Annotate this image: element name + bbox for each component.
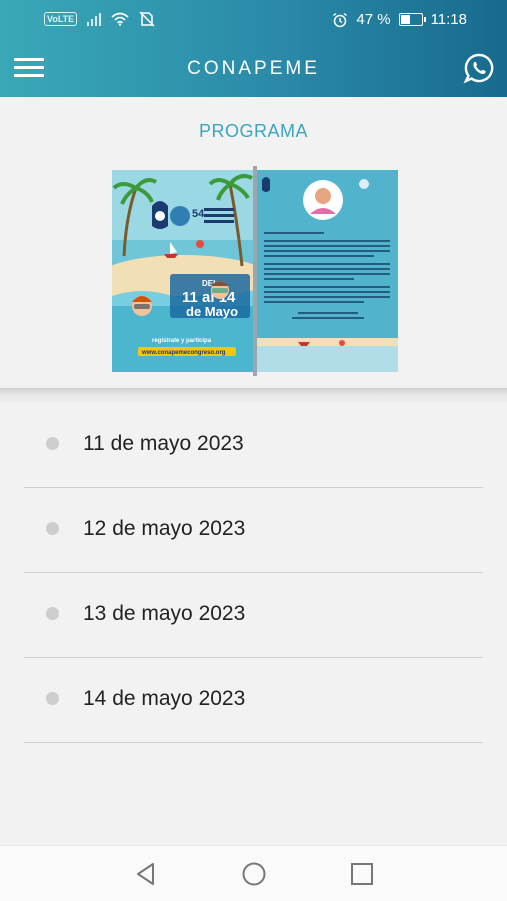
back-icon[interactable] — [133, 861, 159, 887]
top-app-bar: VoLTE 47 % 11:18 CONAPEME — [0, 0, 507, 97]
program-days-list: 11 de mayo 2023 12 de mayo 2023 13 de ma… — [0, 403, 507, 743]
app-title: CONAPEME — [187, 58, 320, 79]
battery-percent: 47 % — [356, 11, 391, 28]
app-bar: CONAPEME — [0, 40, 507, 97]
clock-time: 11:18 — [430, 11, 467, 28]
battery-icon — [398, 13, 426, 26]
whatsapp-icon — [463, 53, 494, 84]
list-item[interactable]: 12 de mayo 2023 — [24, 488, 483, 573]
system-navigation-bar — [0, 845, 507, 901]
recents-icon[interactable] — [349, 861, 375, 887]
bullet-icon — [46, 437, 59, 450]
wifi-icon — [111, 12, 129, 26]
day-label: 13 de mayo 2023 — [83, 602, 246, 625]
magazine-register-text: regístrate y participa — [152, 338, 212, 344]
section-divider — [0, 388, 507, 402]
bullet-icon — [46, 607, 59, 620]
magazine-badge-number: 54 — [192, 208, 205, 220]
day-label: 14 de mayo 2023 — [83, 687, 246, 710]
bullet-icon — [46, 692, 59, 705]
signal-icon — [87, 12, 102, 26]
magazine-website: www.conapemecongreso.org — [141, 350, 226, 356]
whatsapp-button[interactable] — [463, 52, 495, 84]
section-title: PROGRAMA — [198, 121, 308, 141]
list-item[interactable]: 13 de mayo 2023 — [24, 573, 483, 658]
day-label: 12 de mayo 2023 — [83, 517, 246, 540]
magazine-dates-line3: de Mayo — [186, 304, 238, 319]
status-bar: VoLTE 47 % 11:18 — [0, 0, 507, 40]
list-item[interactable]: 14 de mayo 2023 — [24, 658, 483, 743]
home-icon[interactable] — [241, 861, 267, 887]
no-sim-icon — [139, 11, 155, 27]
list-item[interactable]: 11 de mayo 2023 — [24, 403, 483, 488]
program-magazine-image[interactable]: 54 DEL 11 al 14 de Mayo regístrate y par… — [112, 166, 398, 376]
volte-indicator: VoLTE — [44, 12, 78, 26]
bullet-icon — [46, 522, 59, 535]
alarm-icon — [333, 12, 348, 27]
day-label: 11 de mayo 2023 — [83, 432, 244, 455]
